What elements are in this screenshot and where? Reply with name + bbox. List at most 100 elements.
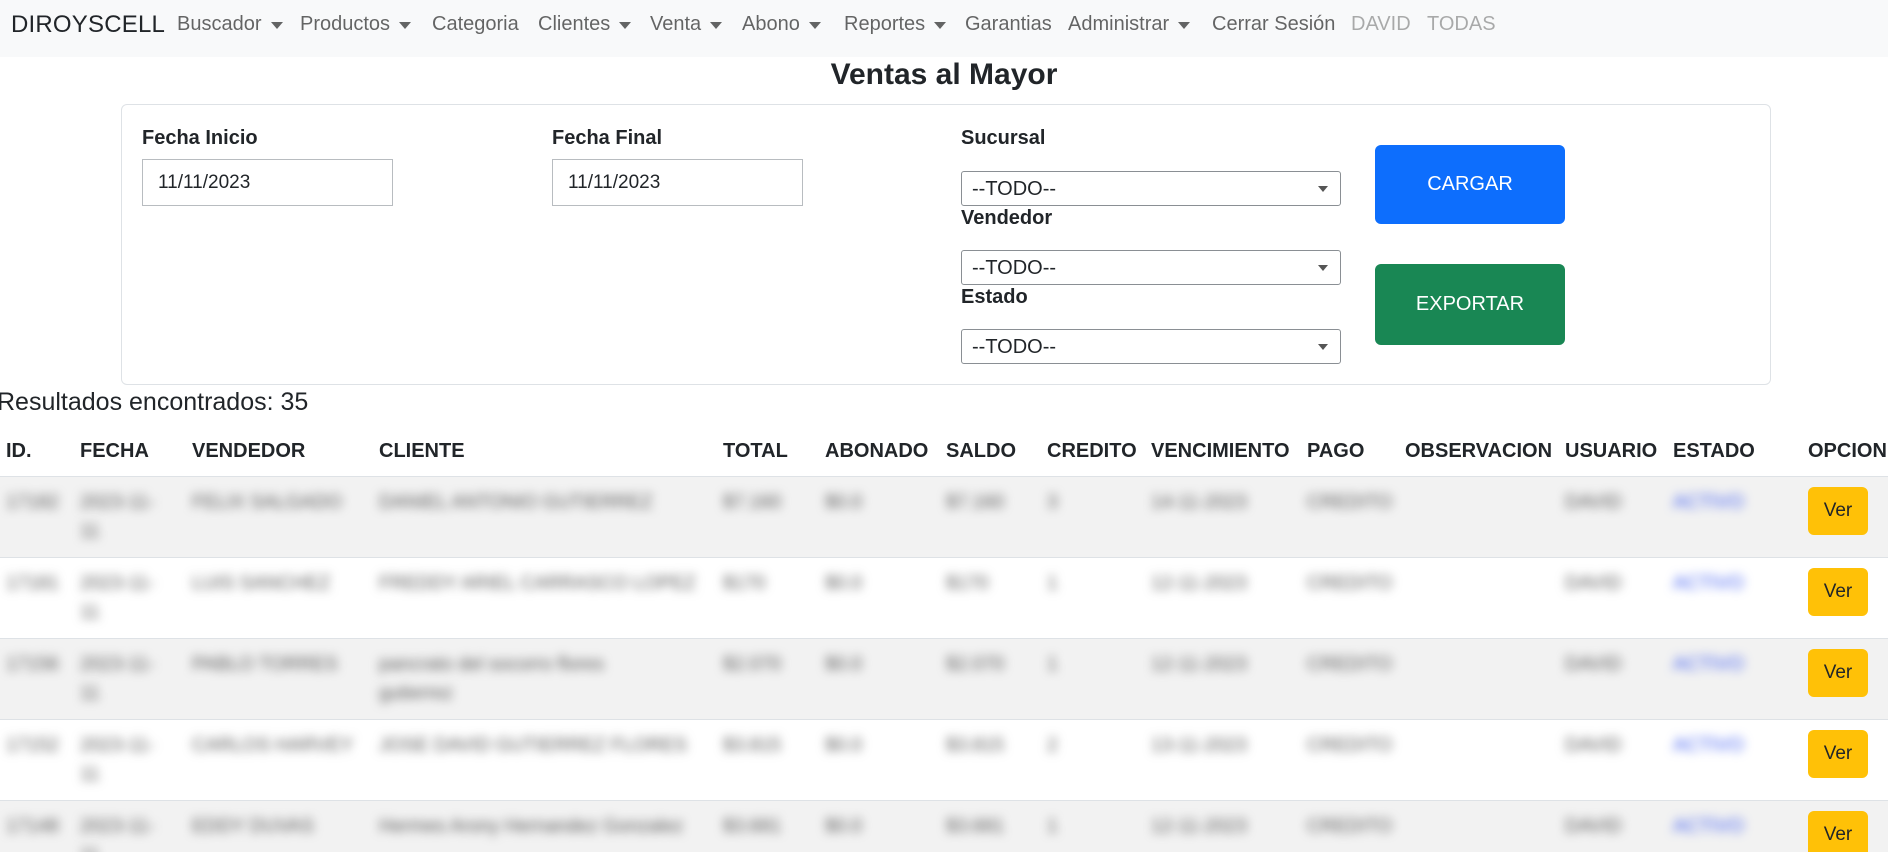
cell-usuario: DAVID [1565, 735, 1622, 756]
chevron-down-icon [619, 22, 632, 29]
vendedor-select[interactable]: --TODO-- [961, 250, 1341, 285]
cell-cliente-1: pancrato del socorro flores [379, 654, 604, 675]
cell-usuario: DAVID [1565, 573, 1622, 594]
nav-clientes[interactable]: Clientes [538, 13, 632, 36]
cell-credito: 3 [1047, 492, 1058, 513]
table-row: 17152 2023-11- 11 CARLOS HARVEY JOSE DAVID G… [0, 719, 1888, 800]
nav-cerrar-sesion[interactable]: Cerrar Sesión [1212, 13, 1335, 36]
ver-button[interactable]: Ver [1808, 568, 1868, 616]
cell-fecha-1: 2023-11- [80, 492, 155, 513]
cell-pago: CREDITO [1307, 654, 1393, 675]
cell-pago: CREDITO [1307, 492, 1393, 513]
cell-id: 17182 [6, 492, 59, 513]
cell-credito: 2 [1047, 735, 1058, 756]
cell-cliente-1: DANIEL ANTONIO GUTIERREZ [379, 492, 653, 513]
cell-id: 17156 [6, 654, 59, 675]
cell-fecha-2: 11 [80, 764, 100, 785]
chevron-down-icon [710, 22, 723, 29]
fecha-final-input[interactable]: 11/11/2023 [552, 159, 803, 206]
filter-panel: Fecha Inicio 11/11/2023 Fecha Final 11/1… [121, 104, 1771, 385]
ver-button[interactable]: Ver [1808, 730, 1868, 778]
exportar-button[interactable]: EXPORTAR [1375, 264, 1565, 345]
cell-vendedor: PABLO TORRES [192, 654, 338, 675]
nav-productos[interactable]: Productos [300, 13, 412, 36]
cell-pago: CREDITO [1307, 573, 1393, 594]
page-title: Ventas al Mayor [830, 58, 1058, 91]
cell-usuario: DAVID [1565, 654, 1622, 675]
cell-fecha-1: 2023-11- [80, 654, 155, 675]
cell-estado: ACTIVO [1673, 492, 1744, 513]
cell-abonado: $0.0 [825, 816, 862, 837]
col-header-id: ID. [6, 440, 32, 462]
cell-estado: ACTIVO [1673, 735, 1744, 756]
chevron-down-icon [808, 22, 821, 29]
dropdown-arrow-icon [1318, 344, 1328, 350]
nav-abono[interactable]: Abono [742, 13, 821, 36]
cell-abonado: $0.0 [825, 654, 862, 675]
cell-id: 17148 [6, 816, 59, 837]
nav-garantias[interactable]: Garantias [965, 13, 1052, 36]
cell-abonado: $0.0 [825, 573, 862, 594]
fecha-inicio-label: Fecha Inicio [142, 127, 258, 149]
col-header-opcion: OPCION [1808, 440, 1887, 462]
col-header-saldo: SALDO [946, 440, 1016, 462]
col-header-credito: CREDITO [1047, 440, 1137, 462]
ver-button[interactable]: Ver [1808, 649, 1868, 697]
cell-vendedor: EDDY DUVAS [192, 816, 314, 837]
cell-fecha-1: 2023-11- [80, 735, 155, 756]
table-row: 17181 2023-11- 11 LUIS SANCHEZ FREDDY ARIEL … [0, 557, 1888, 638]
brand-logo[interactable]: DIROYSCELL [11, 11, 165, 39]
chevron-down-icon [934, 22, 947, 29]
cell-vencimiento: 12-11-2023 [1151, 816, 1247, 837]
col-header-vencimiento: VENCIMIENTO [1151, 440, 1290, 462]
cell-saldo: $3.681 [946, 816, 1005, 837]
cell-vendedor: FELIX SALGADO [192, 492, 342, 513]
cell-usuario: DAVID [1565, 816, 1622, 837]
cargar-button[interactable]: CARGAR [1375, 145, 1565, 224]
cell-abonado: $0.0 [825, 492, 862, 513]
cell-id: 17181 [6, 573, 59, 594]
cell-estado: ACTIVO [1673, 816, 1744, 837]
cell-credito: 1 [1047, 816, 1058, 837]
fecha-inicio-input[interactable]: 11/11/2023 [142, 159, 393, 206]
cell-fecha-2: 11 [80, 521, 100, 542]
nav-reportes[interactable]: Reportes [844, 13, 947, 36]
dropdown-arrow-icon [1318, 186, 1328, 192]
nav-user-name: DAVID [1351, 13, 1411, 35]
nav-buscador[interactable]: Buscador [177, 13, 283, 36]
col-header-estado: ESTADO [1673, 440, 1755, 462]
dropdown-arrow-icon [1318, 265, 1328, 271]
nav-categoria[interactable]: Categoria [432, 13, 519, 36]
col-header-cliente: CLIENTE [379, 440, 465, 462]
chevron-down-icon [399, 22, 412, 29]
table-row: 17182 2023-11- 11 FELIX SALGADO DANIEL ANTON… [0, 476, 1888, 557]
cell-saldo: $7.160 [946, 492, 1005, 513]
col-header-observacion: OBSERVACION [1405, 440, 1553, 462]
results-count: Resultados encontrados: 35 [0, 388, 309, 416]
sucursal-label: Sucursal [961, 127, 1046, 149]
sucursal-select[interactable]: --TODO-- [961, 171, 1341, 206]
col-header-pago: PAGO [1307, 440, 1365, 462]
cell-vendedor: CARLOS HARVEY [192, 735, 354, 756]
cell-fecha-2: 11 [80, 683, 100, 704]
ver-button[interactable]: Ver [1808, 811, 1868, 852]
cell-cliente-2: gutierrez [379, 683, 453, 704]
cell-total: $3.815 [723, 735, 782, 756]
estado-select[interactable]: --TODO-- [961, 329, 1341, 364]
cell-fecha-2: 11 [80, 602, 100, 623]
cell-estado: ACTIVO [1673, 654, 1744, 675]
ver-button[interactable]: Ver [1808, 487, 1868, 535]
cell-estado: ACTIVO [1673, 573, 1744, 594]
cell-total: $2.070 [723, 654, 782, 675]
cell-fecha-1: 2023-11- [80, 816, 155, 837]
cell-credito: 1 [1047, 654, 1058, 675]
nav-administrar[interactable]: Administrar [1068, 13, 1191, 36]
nav-venta[interactable]: Venta [650, 13, 723, 36]
cell-pago: CREDITO [1307, 735, 1393, 756]
cell-vencimiento: 13-11-2023 [1151, 735, 1247, 756]
cell-vencimiento: 14-11-2023 [1151, 492, 1247, 513]
nav-branch-name: TODAS [1427, 13, 1496, 35]
col-header-vendedor: VENDEDOR [192, 440, 306, 462]
col-header-abonado: ABONADO [825, 440, 929, 462]
cell-pago: CREDITO [1307, 816, 1393, 837]
